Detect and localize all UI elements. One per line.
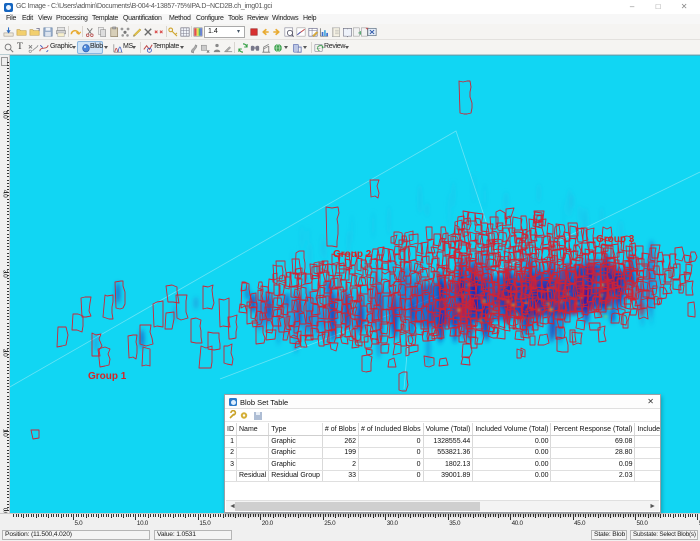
svg-text:Group 1: Group 1	[88, 371, 127, 382]
svg-text:Group 2: Group 2	[333, 249, 372, 260]
svg-text:Group 3: Group 3	[596, 234, 635, 245]
